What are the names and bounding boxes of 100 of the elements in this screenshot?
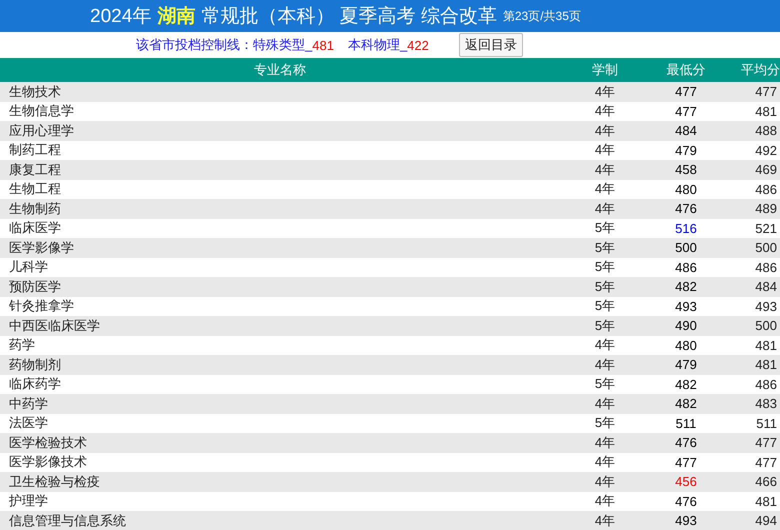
table-cell-text: 针灸推拿学 (8, 297, 74, 316)
table-cell: 484 (675, 123, 697, 138)
table-cell-text: 药学 (8, 336, 35, 354)
table-cell: 4年 (594, 200, 616, 218)
control-line-name: 特殊类型_ (253, 36, 312, 54)
table-cell: 476 (675, 494, 697, 509)
table-cell: 493 (675, 298, 697, 314)
table-cell-text: 486 (755, 260, 778, 275)
table-cell-text: 生物技术 (8, 82, 61, 101)
table-cell-text: 临床医学 (8, 219, 61, 238)
table-cell: 4年 (594, 394, 616, 413)
table-cell-text: 493 (755, 298, 778, 314)
table-cell-text: 预防医学 (8, 278, 61, 296)
table-cell-text: 477 (755, 84, 778, 100)
column-header: 平均分 (740, 61, 780, 79)
table-cell-text: 生物制药 (8, 200, 61, 218)
table-cell-text: 医学影像技术 (8, 453, 87, 472)
table-cell: 4年 (594, 160, 616, 179)
table-cell: 4年 (594, 122, 616, 140)
table-cell: 4年 (594, 336, 616, 354)
table-cell: 458 (675, 162, 697, 178)
table-cell: 5年 (594, 219, 616, 238)
table-cell-text: 484 (755, 279, 778, 294)
table-cell: 4年 (594, 356, 616, 374)
table-cell: 5年 (594, 238, 616, 257)
table-cell: 456 (675, 474, 697, 490)
table-cell: 486 (675, 260, 697, 275)
table-cell-text: 药物制剂 (8, 356, 61, 374)
table-cell-text: 护理学 (8, 492, 48, 510)
table-cell-text: 生物工程 (8, 180, 61, 198)
table-cell-text: 481 (755, 357, 778, 372)
table-cell: 480 (675, 182, 697, 197)
column-header: 学制 (591, 61, 619, 79)
table-cell: 482 (675, 279, 697, 294)
table-cell: 4年 (594, 472, 616, 491)
table-cell-text: 521 (755, 220, 778, 236)
table-cell: 477 (675, 84, 697, 100)
column-header: 专业名称 (253, 61, 307, 79)
title-batch: 常规批（本科） 夏季高考 综合改革 (201, 5, 497, 29)
table-cell-text: 494 (755, 513, 778, 528)
table-cell: 5年 (594, 414, 616, 432)
table-cell-text: 卫生检验与检疫 (8, 472, 100, 491)
table-cell-text: 477 (755, 435, 778, 450)
table-cell-text: 486 (755, 376, 778, 392)
table-cell: 476 (675, 435, 697, 450)
column-header: 最低分 (666, 61, 706, 79)
table-cell: 5年 (594, 278, 616, 296)
table-cell: 5年 (594, 375, 616, 394)
table-cell: 4年 (594, 434, 616, 452)
table-cell-text: 492 (755, 142, 778, 158)
table-cell-text: 医学检验技术 (8, 434, 87, 452)
table-cell: 4年 (594, 141, 616, 160)
table-cell-text: 医学影像学 (8, 238, 74, 257)
table-cell-text: 信息管理与信息系统 (8, 512, 126, 530)
page-indicator: 第23页/共35页 (502, 8, 581, 25)
table-cell-text: 481 (755, 494, 778, 509)
table-cell-text: 500 (755, 240, 778, 256)
control-line-score: 422 (407, 38, 429, 52)
table-cell: 477 (675, 104, 697, 119)
table-cell-text: 481 (755, 104, 778, 119)
back-button[interactable]: 返回目录 (458, 33, 523, 57)
table-cell: 5年 (594, 297, 616, 316)
table-cell-text: 康复工程 (8, 160, 61, 179)
table-cell-text: 466 (755, 474, 778, 490)
table-cell-text: 483 (755, 396, 778, 412)
table-cell-text: 生物信息学 (8, 102, 74, 120)
table-cell: 516 (675, 220, 697, 236)
table-cell-text: 中西医临床医学 (8, 316, 100, 335)
control-line-score: 481 (312, 38, 334, 52)
table-cell-text: 法医学 (8, 414, 48, 432)
table-cell: 4年 (594, 102, 616, 120)
table-cell-text: 486 (755, 182, 778, 197)
table-cell: 490 (675, 318, 697, 334)
table-cell-text: 应用心理学 (8, 122, 74, 140)
control-line-name: 本科物理_ (348, 36, 408, 54)
table-cell-text: 488 (755, 123, 778, 138)
table-cell-text: 制药工程 (8, 141, 61, 160)
table-cell: 4年 (594, 180, 616, 198)
table-cell: 482 (675, 396, 697, 412)
title-year: 2024年 (90, 5, 152, 29)
table-cell: 4年 (594, 512, 616, 530)
table-cell-text: 511 (756, 416, 778, 431)
table-cell-text: 临床药学 (8, 375, 61, 394)
title-province: 湖南 (157, 5, 196, 29)
table-cell: 476 (675, 201, 697, 216)
table-cell-text: 469 (755, 162, 778, 178)
table-cell-text: 500 (755, 318, 778, 334)
table-cell: 482 (675, 376, 697, 392)
table-cell-text: 489 (755, 201, 778, 216)
table-cell: 4年 (594, 492, 616, 510)
control-line-label: 该省市投档控制线： (136, 36, 253, 54)
table-cell-text: 477 (755, 454, 778, 470)
table-cell: 4年 (594, 82, 616, 101)
table-cell: 480 (675, 338, 697, 353)
table-cell-text: 481 (755, 338, 778, 353)
table-cell: 5年 (594, 316, 616, 335)
table-cell: 479 (675, 357, 697, 372)
table-cell-text: 儿科学 (8, 258, 48, 276)
table-cell: 479 (675, 142, 697, 158)
table-cell-text: 中药学 (8, 394, 48, 413)
